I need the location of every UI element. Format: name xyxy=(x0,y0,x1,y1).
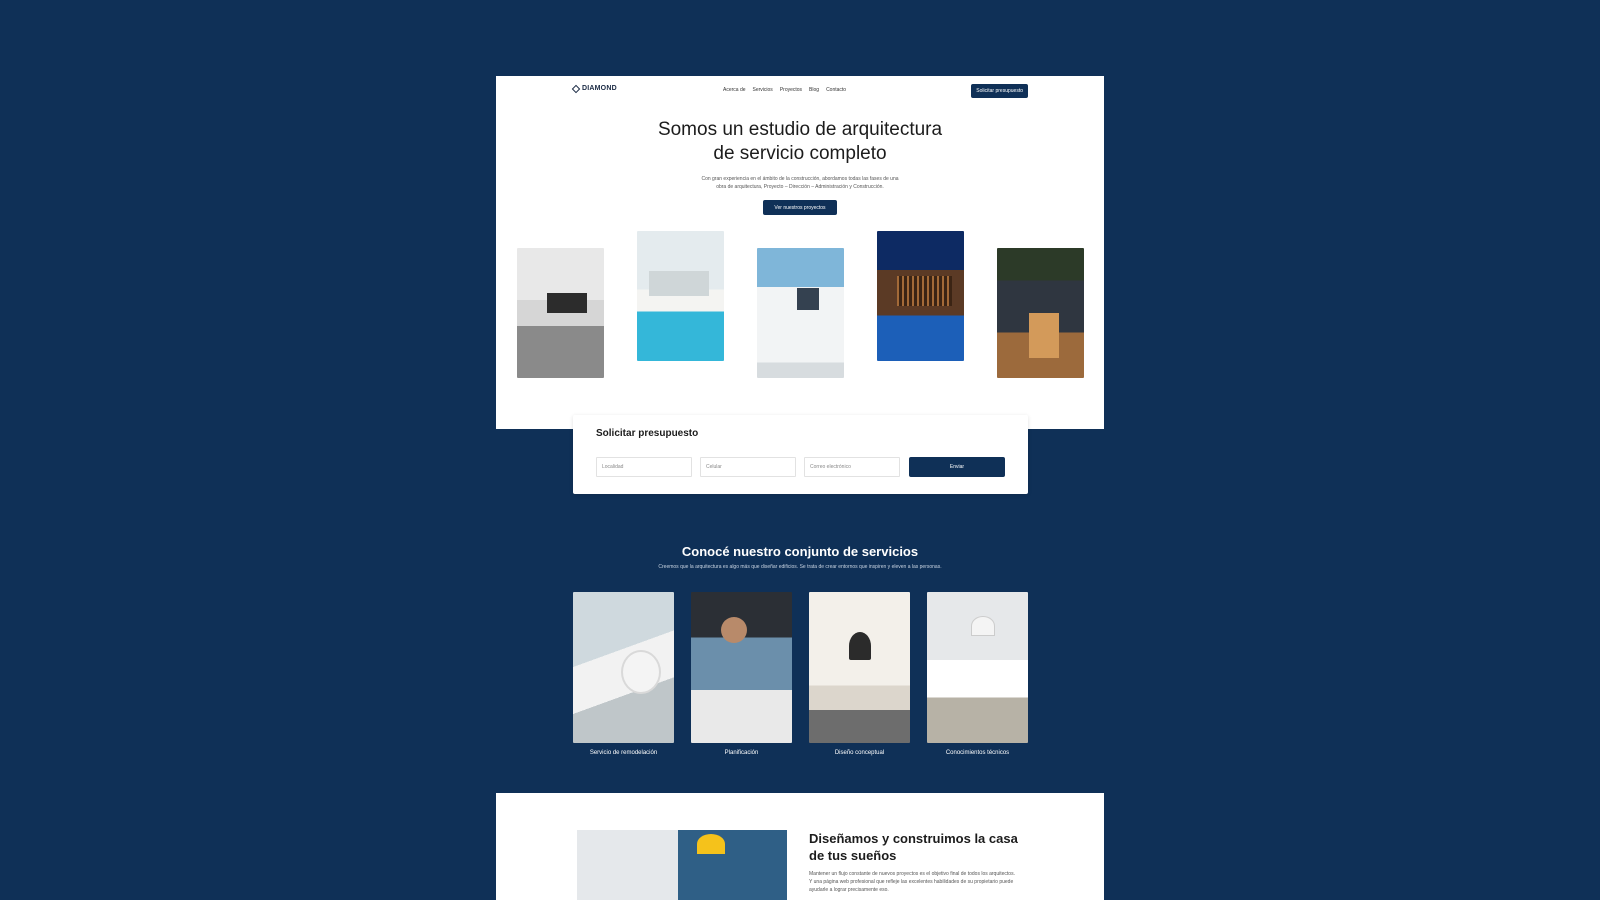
request-quote-button[interactable]: Solicitar presupuesto xyxy=(971,84,1028,98)
services-subtitle: Creemos que la arquitectura es algo más … xyxy=(658,564,942,570)
nav-item-contacto[interactable]: Contacto xyxy=(826,87,846,93)
service-card-label: Servicio de remodelación xyxy=(589,750,658,756)
service-card-label: Diseño conceptual xyxy=(834,750,885,756)
service-card-label: Planificación xyxy=(724,750,759,756)
phone-field[interactable] xyxy=(700,457,796,477)
nav-item-servicios[interactable]: Servicios xyxy=(753,87,773,93)
hero-section: DIAMOND Acerca de Servicios Proyectos Bl… xyxy=(496,76,1104,429)
hero-title-line1: Somos un estudio de arquitectura xyxy=(657,119,943,140)
service-card-remodeling[interactable]: Servicio de remodelación xyxy=(573,592,674,756)
hero-title-line2: de servicio completo xyxy=(713,143,887,164)
project-photo-3 xyxy=(757,248,844,378)
project-photo-5 xyxy=(997,248,1084,378)
service-card-concept-design[interactable]: Diseño conceptual xyxy=(809,592,910,756)
feature-text: Mantener un flujo constante de nuevos pr… xyxy=(809,871,1015,893)
quote-form: Solicitar presupuesto Enviar xyxy=(573,415,1028,494)
feature-title: Diseñamos y construimos la casa de tus s… xyxy=(809,831,1018,863)
service-image xyxy=(809,592,910,743)
project-photo-2 xyxy=(637,231,724,361)
service-image xyxy=(573,592,674,743)
quote-form-title: Solicitar presupuesto xyxy=(596,428,699,439)
location-field[interactable] xyxy=(596,457,692,477)
project-photo-1 xyxy=(517,248,604,378)
feature-photo xyxy=(577,830,787,900)
service-card-planning[interactable]: Planificación xyxy=(691,592,792,756)
submit-button[interactable]: Enviar xyxy=(909,457,1005,477)
feature-section: Diseñamos y construimos la casa de tus s… xyxy=(496,793,1104,900)
services-title: Conocé nuestro conjunto de servicios xyxy=(681,544,919,559)
project-photo-4 xyxy=(877,231,964,361)
service-image xyxy=(927,592,1028,743)
logo[interactable]: DIAMOND xyxy=(571,84,617,93)
nav-menu: Acerca de Servicios Proyectos Blog Conta… xyxy=(723,87,846,93)
email-field[interactable] xyxy=(804,457,900,477)
service-image xyxy=(691,592,792,743)
hero-subtitle: Con gran experiencia en el ámbito de la … xyxy=(701,176,899,190)
top-navigation: DIAMOND Acerca de Servicios Proyectos Bl… xyxy=(571,84,1028,98)
logo-text: DIAMOND xyxy=(582,85,617,92)
diamond-icon xyxy=(571,84,581,93)
service-card-technical[interactable]: Conocimientos técnicos xyxy=(927,592,1028,756)
service-card-label: Conocimientos técnicos xyxy=(945,750,1010,756)
nav-item-blog[interactable]: Blog xyxy=(809,87,819,93)
website-preview: DIAMOND Acerca de Servicios Proyectos Bl… xyxy=(496,76,1104,900)
nav-item-acerca[interactable]: Acerca de xyxy=(723,87,746,93)
view-projects-button[interactable]: Ver nuestros proyectos xyxy=(763,200,837,215)
hero-title: Somos un estudio de arquitectura de serv… xyxy=(496,118,1104,166)
nav-item-proyectos[interactable]: Proyectos xyxy=(780,87,802,93)
